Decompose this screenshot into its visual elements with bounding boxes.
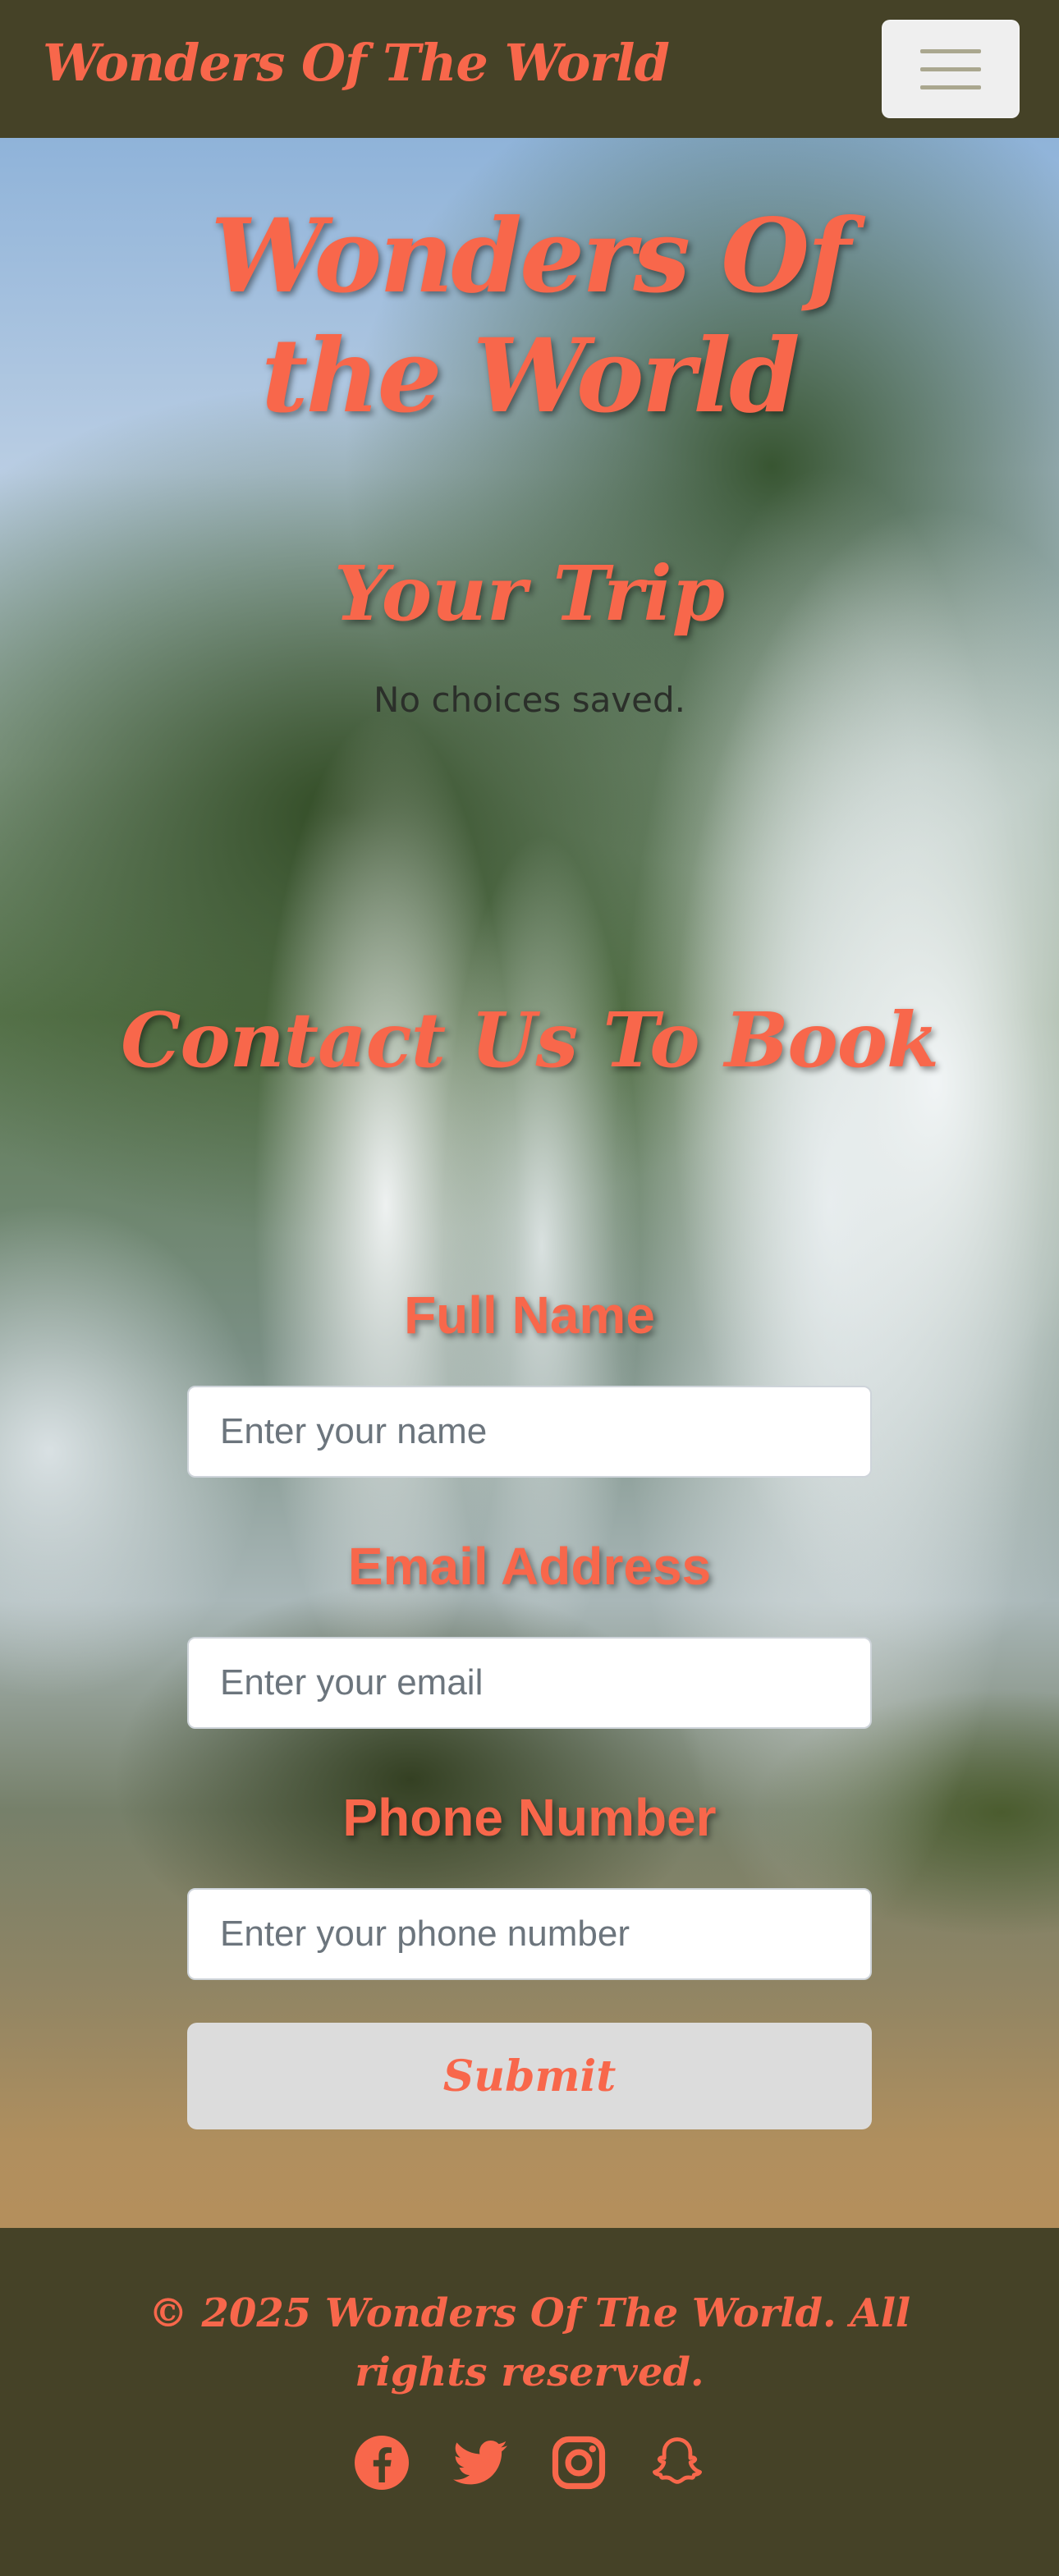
navbar: Wonders Of The World xyxy=(0,0,1059,138)
phone-label: Phone Number xyxy=(342,1788,717,1847)
hamburger-menu-icon-bar xyxy=(920,85,981,89)
hero-content: Wonders Of the World Your Trip No choice… xyxy=(0,138,1059,2228)
footer: © 2025 Wonders Of The World. All rights … xyxy=(0,2228,1059,2576)
copyright-text: © 2025 Wonders Of The World. All rights … xyxy=(148,2290,911,2395)
email-label: Email Address xyxy=(347,1537,712,1596)
name-input[interactable] xyxy=(187,1386,872,1478)
email-input[interactable] xyxy=(187,1637,872,1729)
name-label: Full Name xyxy=(404,1286,655,1345)
menu-toggle-button[interactable] xyxy=(882,20,1020,118)
facebook-icon[interactable] xyxy=(352,2433,411,2492)
hero-section: Wonders Of the World Your Trip No choice… xyxy=(0,138,1059,2228)
trip-title: Your Trip xyxy=(334,549,725,638)
page-title: Wonders Of the World xyxy=(210,197,850,436)
trip-status: No choices saved. xyxy=(373,680,686,720)
brand-link[interactable]: Wonders Of The World xyxy=(43,33,670,93)
instagram-icon[interactable] xyxy=(549,2433,608,2492)
contact-title: Contact Us To Book xyxy=(121,996,939,1084)
phone-input[interactable] xyxy=(187,1888,872,1980)
snapchat-icon[interactable] xyxy=(648,2433,707,2492)
hamburger-menu-icon-bar xyxy=(920,66,981,71)
social-links xyxy=(0,2433,1059,2492)
twitter-icon[interactable] xyxy=(451,2433,510,2492)
hamburger-menu-icon xyxy=(920,48,981,53)
submit-button[interactable]: Submit xyxy=(187,2023,872,2129)
